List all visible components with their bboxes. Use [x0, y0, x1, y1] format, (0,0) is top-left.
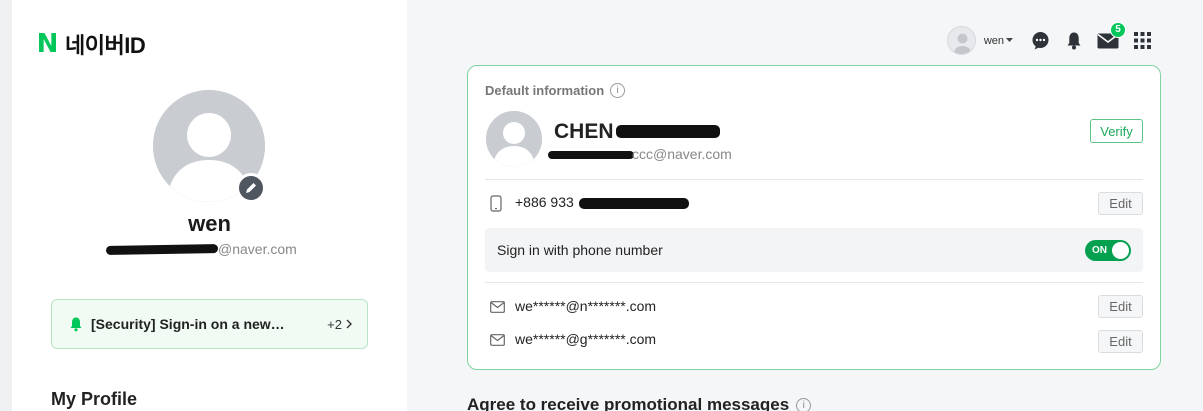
bell-icon — [70, 317, 82, 332]
alert-more[interactable]: +2 — [327, 317, 353, 332]
logo-text: 네이버ID — [65, 33, 146, 58]
edit-phone-button[interactable]: Edit — [1098, 192, 1143, 215]
mail-icon[interactable]: 5 — [1097, 21, 1126, 52]
divider — [485, 282, 1143, 283]
profile-email-domain: @naver.com — [218, 241, 297, 257]
phone-prefix: +886 933 — [515, 194, 574, 210]
card-email: ccc@naver.com — [548, 146, 748, 164]
naver-n-icon: N — [36, 29, 59, 59]
edit-avatar-button[interactable] — [236, 173, 266, 203]
profile-email: @naver.com — [100, 240, 330, 260]
promo-title-text: Agree to receive promotional messages — [467, 395, 790, 411]
card-email-tail: ccc@naver.com — [632, 146, 732, 162]
mail-count-badge: 5 — [1110, 21, 1126, 38]
default-info-card: Default information i CHEN ccc@naver.com… — [467, 65, 1161, 370]
notification-bell-icon[interactable] — [1063, 30, 1085, 52]
redaction-mark — [579, 198, 689, 209]
email-icon — [490, 334, 505, 346]
chat-icon[interactable] — [1029, 30, 1051, 52]
alert-count: +2 — [327, 316, 342, 332]
sidebar: N 네이버ID wen @naver.com [Security] Sign-i… — [12, 0, 407, 411]
card-name: CHEN — [554, 120, 720, 144]
email-1: we******@n*******.com — [515, 298, 657, 314]
verify-button[interactable]: Verify — [1090, 119, 1143, 143]
phone-signin-row: Sign in with phone number ON — [485, 228, 1143, 272]
user-menu[interactable]: wen — [984, 35, 1013, 47]
email-2: we******@g*******.com — [515, 331, 657, 347]
phone-signin-label: Sign in with phone number — [497, 242, 663, 258]
phone-number: +886 933 — [515, 194, 695, 212]
top-bar: wen 5 — [946, 21, 1153, 55]
edit-email-1-button[interactable]: Edit — [1098, 295, 1143, 318]
pencil-icon — [246, 183, 256, 193]
edit-email-2-button[interactable]: Edit — [1098, 330, 1143, 353]
naver-id-logo[interactable]: N 네이버ID — [36, 28, 146, 60]
card-title: Default information i — [485, 83, 626, 98]
card-title-text: Default information — [485, 83, 605, 98]
section-title-my-profile: My Profile — [51, 389, 138, 409]
promo-section-title: Agree to receive promotional messages i — [467, 395, 812, 411]
toggle-knob — [1112, 242, 1129, 259]
card-name-text: CHEN — [554, 120, 614, 143]
top-username: wen — [983, 34, 1004, 47]
divider — [485, 179, 1143, 180]
caret-down-icon — [1006, 38, 1013, 42]
alert-text: [Security] Sign-in on a new… — [91, 316, 285, 332]
info-icon[interactable]: i — [610, 83, 626, 98]
chevron-right-icon — [346, 319, 352, 329]
email-icon — [490, 301, 505, 313]
user-avatar-icon[interactable] — [946, 26, 976, 55]
redaction-mark — [616, 125, 720, 138]
profile-name: wen — [188, 211, 231, 236]
page-gutter — [0, 0, 12, 411]
card-avatar — [486, 111, 542, 167]
redaction-mark — [548, 151, 634, 159]
phone-icon — [490, 195, 502, 212]
apps-grid-icon[interactable] — [1131, 30, 1153, 52]
redaction-mark — [105, 244, 219, 255]
security-alert[interactable]: [Security] Sign-in on a new… +2 — [51, 299, 368, 349]
toggle-label: ON — [1092, 245, 1107, 256]
phone-signin-toggle[interactable]: ON — [1085, 240, 1131, 261]
info-icon[interactable]: i — [796, 397, 812, 411]
